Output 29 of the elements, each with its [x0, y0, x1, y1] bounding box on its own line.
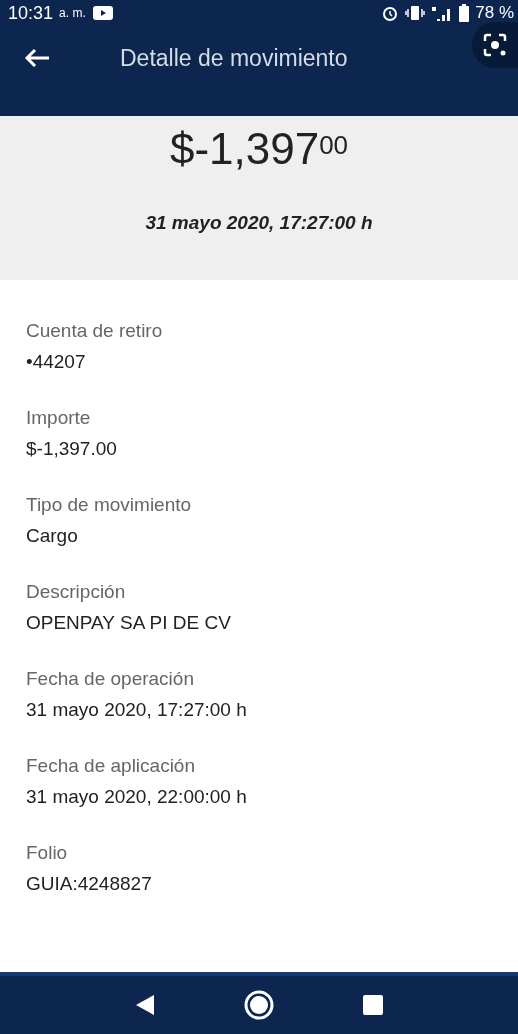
field-value: Cargo	[26, 525, 79, 547]
field-label: Fecha de aplicación	[26, 755, 196, 777]
field-value: GUIA:4248827	[26, 873, 153, 895]
battery-icon	[459, 4, 470, 22]
recents-icon[interactable]	[362, 994, 385, 1016]
home-icon[interactable]	[243, 989, 275, 1021]
amount: $-1,397$^{00}$	[169, 123, 349, 175]
screen-title: Detalle de movimiento	[120, 44, 348, 72]
field-value: OPENPAY SA PI DE CV	[26, 612, 232, 634]
transaction-date: 31 mayo 2020, 17:27:00 h	[145, 212, 373, 234]
field-value: 31 mayo 2020, 22:00:00 h	[26, 786, 248, 808]
field-label: Folio	[26, 842, 69, 864]
vibrate-icon	[405, 5, 426, 21]
status-time: 10:31	[8, 2, 54, 24]
field-label: Tipo de movimiento	[26, 494, 193, 516]
video-icon	[91, 5, 114, 21]
field-value: 31 mayo 2020, 17:27:00 h	[26, 699, 248, 721]
field-value: $-1,397.00	[26, 438, 118, 460]
back-icon[interactable]	[24, 48, 50, 68]
field-value: •44207	[26, 351, 87, 373]
field-label: Importe	[26, 407, 92, 429]
status-meridiem: a. m.	[59, 6, 86, 20]
field-label: Fecha de operación	[26, 668, 195, 690]
alarm-icon	[381, 4, 400, 22]
field-label: Descripción	[26, 581, 127, 603]
field-label: Cuenta de retiro	[26, 320, 164, 342]
battery-percent: 78 %	[475, 3, 514, 23]
lens-icon	[482, 32, 508, 58]
lens-button[interactable]	[472, 22, 518, 68]
